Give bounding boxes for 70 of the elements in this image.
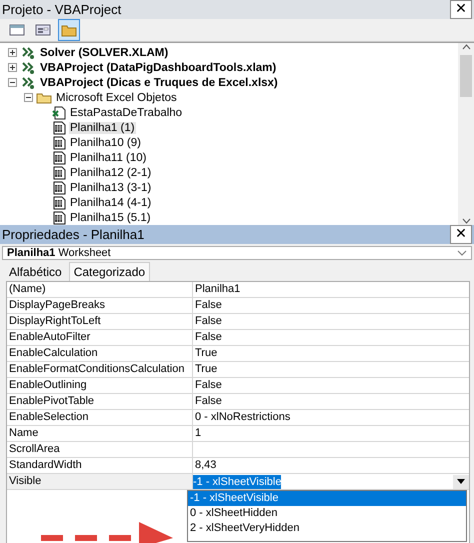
tree-item[interactable]: Planilha1 (1)	[69, 122, 136, 134]
property-value: False	[194, 378, 223, 393]
close-button[interactable]: ✕	[450, 225, 472, 244]
sheet-icon	[52, 136, 66, 150]
property-name[interactable]: EnablePivotTable	[7, 394, 193, 409]
property-name[interactable]: DisplayRightToLeft	[7, 314, 193, 329]
property-name[interactable]: (Name)	[7, 282, 193, 297]
tree-item[interactable]: EstaPastaDeTrabalho	[69, 106, 184, 118]
property-name[interactable]: EnableOutlining	[7, 378, 193, 393]
close-button[interactable]: ✕	[450, 0, 472, 19]
tree-item[interactable]: Planilha14 (4-1)	[69, 196, 152, 208]
project-icon	[20, 46, 36, 60]
folder-icon	[36, 92, 52, 104]
panel-title: Propriedades - Planilha1	[2, 227, 144, 242]
tree-item[interactable]: Microsoft Excel Objetos	[55, 92, 178, 104]
tree-item[interactable]: Planilha11 (10)	[69, 152, 148, 164]
tree-item[interactable]: Planilha10 (9)	[69, 136, 142, 148]
object-dropdown[interactable]: Planilha1 Worksheet	[2, 246, 472, 260]
project-icon	[20, 60, 36, 74]
folder-icon	[61, 23, 77, 37]
scroll-up-icon[interactable]	[462, 43, 470, 51]
property-name[interactable]: Visible	[7, 474, 193, 489]
expand-toggle[interactable]	[8, 48, 17, 57]
sheet-icon	[52, 120, 66, 134]
property-value: Planilha1	[194, 282, 242, 297]
tab[interactable]: Categorizado	[68, 262, 150, 281]
expand-toggle[interactable]	[8, 63, 17, 72]
code-view-icon	[9, 23, 25, 37]
sheet-icon	[52, 196, 66, 210]
dropdown-option[interactable]: -1 - xlSheetVisible	[188, 491, 466, 506]
project-icon	[20, 76, 36, 90]
property-value: False	[194, 394, 223, 409]
property-value: 1	[194, 426, 202, 441]
scrollbar[interactable]	[458, 43, 474, 225]
sheet-icon	[52, 150, 66, 164]
property-value: False	[194, 314, 223, 329]
property-name[interactable]: EnableSelection	[7, 410, 193, 425]
property-value: 0 - xlNoRestrictions	[194, 410, 292, 425]
form-view-icon	[35, 23, 51, 37]
scroll-down-icon[interactable]	[462, 217, 470, 225]
property-value: 8,43	[194, 458, 218, 473]
tree-item[interactable]: VBAProject (Dicas e Truques de Excel.xlsx)	[39, 76, 279, 88]
property-name[interactable]: Name	[7, 426, 193, 441]
dropdown-button[interactable]	[453, 474, 469, 488]
property-value: False	[194, 298, 223, 313]
panel-title: Projeto - VBAProject	[2, 2, 122, 17]
collapse-toggle[interactable]	[8, 78, 17, 87]
property-value: True	[194, 346, 218, 361]
value-dropdown[interactable]: -1 - xlSheetVisible	[193, 474, 469, 489]
sheet-icon	[52, 166, 66, 180]
property-name[interactable]: EnableFormatConditionsCalculation	[7, 362, 193, 377]
tree-item[interactable]: Planilha12 (2-1)	[69, 166, 152, 178]
collapse-toggle[interactable]	[24, 93, 33, 102]
tree-item[interactable]: Planilha15 (5.1)	[69, 212, 152, 224]
tree-item[interactable]: VBAProject (DataPigDashboardTools.xlam)	[39, 62, 278, 74]
sheet-icon	[52, 180, 66, 194]
caret-icon	[457, 479, 465, 484]
property-name[interactable]: EnableCalculation	[7, 346, 193, 361]
toolbar-button[interactable]	[58, 19, 80, 41]
property-name[interactable]: DisplayPageBreaks	[7, 298, 193, 313]
property-value: False	[194, 330, 223, 345]
tree-item[interactable]: Solver (SOLVER.XLAM)	[39, 46, 170, 58]
property-name[interactable]: EnableAutoFilter	[7, 330, 193, 345]
scroll-thumb[interactable]	[460, 55, 472, 97]
property-name[interactable]: ScrollArea	[7, 442, 193, 457]
property-value: True	[194, 362, 218, 377]
property-name[interactable]: StandardWidth	[7, 458, 193, 473]
chevron-icon	[457, 250, 467, 256]
tree-item[interactable]: Planilha13 (3-1)	[69, 182, 152, 194]
workbook-icon	[52, 106, 66, 120]
